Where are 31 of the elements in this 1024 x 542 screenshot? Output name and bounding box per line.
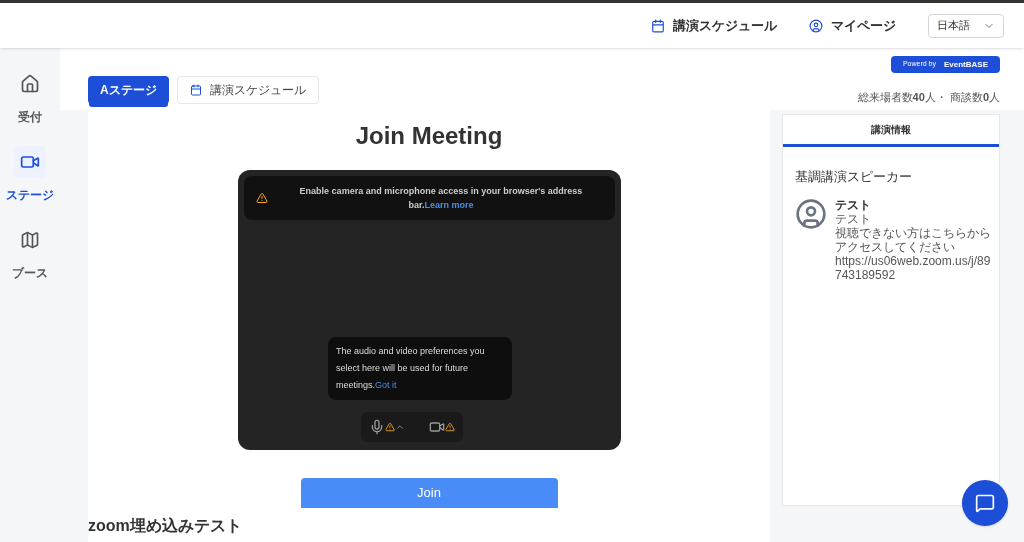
speaker-name: テスト — [835, 198, 872, 212]
header-link[interactable]: 講演スケジュール — [651, 15, 777, 36]
avatar-icon — [795, 198, 827, 230]
visitor-stats: 総来場者数40人・ 商談数0人 — [857, 90, 1000, 105]
sidebar-item[interactable]: 受付 — [14, 68, 46, 126]
tooltip-text: The audio and video preferences you select here will be used for future meetings.Got it — [336, 344, 486, 392]
speaker-heading: 基調講演スピーカー — [795, 167, 913, 186]
speaker-role: テスト — [835, 212, 872, 226]
header-link[interactable]: マイページ — [809, 15, 896, 36]
stage-tab[interactable]: Aステージ — [88, 76, 169, 104]
sidebar-item[interactable]: ブース — [12, 224, 48, 282]
banner-text: Enable camera and microphone access in your browser's address bar.Learn more — [298, 184, 584, 212]
map-icon — [20, 230, 40, 250]
section-title: zoom埋め込みテスト — [88, 516, 242, 536]
calendar-icon — [189, 84, 202, 96]
info-tab[interactable]: 講演情報 — [783, 114, 999, 147]
microphone-icon[interactable] — [369, 418, 405, 435]
calendar-icon — [651, 18, 665, 33]
stage-tab[interactable]: 講演スケジュール — [176, 76, 319, 104]
learn-more-link[interactable]: Learn more — [424, 199, 474, 210]
language-select[interactable]: 日本語 — [928, 13, 1004, 38]
sidebar-item[interactable]: ステージ — [6, 146, 54, 204]
chat-icon — [975, 493, 995, 513]
brand-name: EventBASE — [944, 58, 988, 71]
user-icon — [809, 18, 823, 33]
meeting-url: https://us06web.zoom.us/j/89743189592 — [835, 254, 991, 282]
got-it-link[interactable]: Got it — [375, 379, 397, 390]
meeting-title: Join Meeting — [355, 120, 503, 151]
home-icon — [20, 74, 40, 94]
warning-icon — [255, 191, 268, 204]
chat-button[interactable] — [962, 480, 1008, 526]
